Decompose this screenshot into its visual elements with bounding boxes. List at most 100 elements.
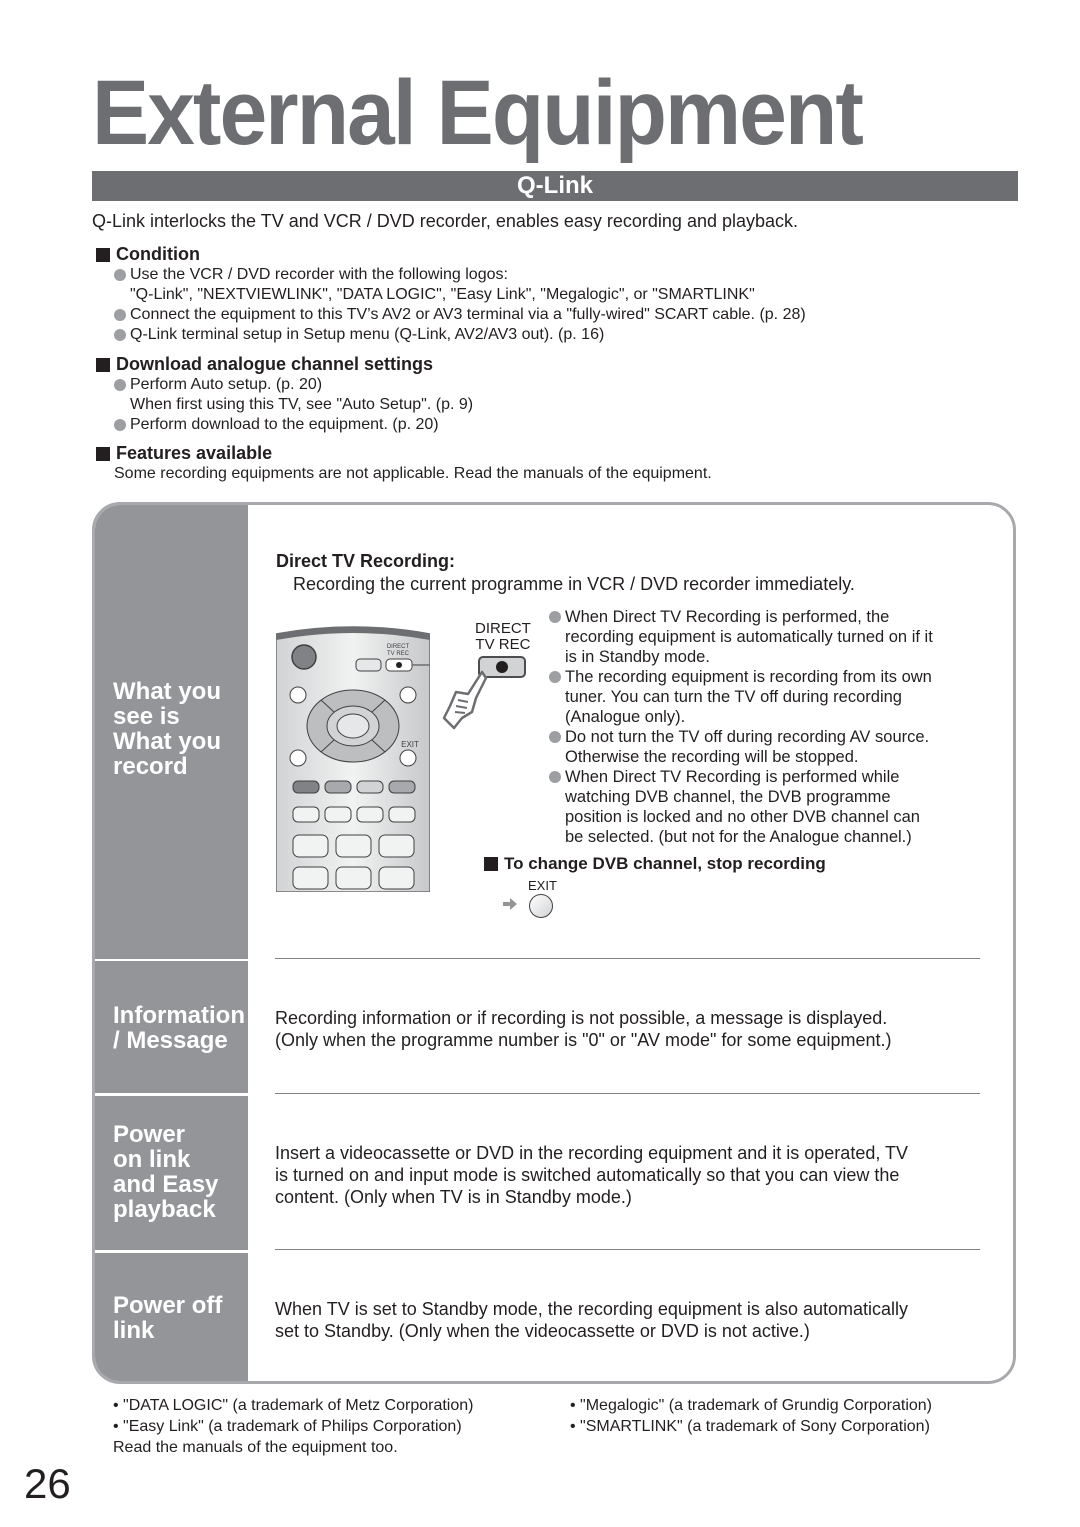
- bullet-dot-icon: [114, 379, 126, 391]
- trademark-note: • "DATA LOGIC" (a trademark of Metz Corp…: [113, 1397, 474, 1414]
- label-line: / Message: [113, 1027, 228, 1054]
- arrow-right-icon: [503, 898, 517, 910]
- note-line: position is locked and no other DVB chan…: [565, 808, 920, 826]
- note-line: Do not turn the TV off during recording …: [565, 728, 930, 746]
- remote-small-label: TV REC: [387, 651, 410, 657]
- direct-tv-recording-notes: When Direct TV Recording is performed, t…: [549, 607, 933, 847]
- row-label-info: Information / Message: [95, 961, 248, 1093]
- exit-label: EXIT: [528, 878, 557, 893]
- bullet-dot-icon: [114, 269, 126, 281]
- label-line: Power off: [113, 1292, 223, 1319]
- row-divider: [275, 1249, 980, 1250]
- label-line: Information: [113, 1002, 245, 1029]
- features-section: Features available Some recording equipm…: [96, 443, 712, 484]
- note-line: is in Standby mode.: [565, 648, 710, 666]
- label-line: on link: [113, 1146, 191, 1173]
- note-item: When Direct TV Recording is performed wh…: [549, 767, 933, 847]
- row-label-power-on: Power on link and Easy playback: [95, 1096, 248, 1250]
- section-heading-q-link: Q-Link: [92, 171, 1018, 201]
- remote-button: [355, 658, 382, 672]
- bullet-dot-icon: [549, 771, 561, 783]
- square-bullet-icon: [96, 446, 110, 461]
- condition-item: "Q-Link", "NEXTVIEWLINK", "DATA LOGIC", …: [114, 285, 806, 305]
- text-line: set to Standby. (Only when the videocass…: [275, 1321, 810, 1341]
- note-line: When Direct TV Recording is performed wh…: [565, 768, 900, 786]
- condition-item: Connect the equipment to this TV’s AV2 o…: [114, 305, 806, 325]
- row-divider: [275, 1093, 980, 1094]
- square-bullet-icon: [96, 247, 110, 262]
- remote-control-illustration: DIRECT TV REC EXIT: [276, 626, 430, 892]
- change-dvb-heading-text: To change DVB channel, stop recording: [504, 854, 826, 873]
- power-on-text: Insert a videocassette or DVD in the rec…: [275, 1142, 908, 1208]
- text-line: content. (Only when TV is in Standby mod…: [275, 1187, 632, 1207]
- bullet-dot-icon: [549, 671, 561, 683]
- trademark-note: • "Easy Link" (a trademark of Philips Co…: [113, 1418, 462, 1435]
- features-note: Some recording equipments are not applic…: [114, 465, 712, 482]
- note-line: The recording equipment is recording fro…: [565, 668, 932, 686]
- features-heading-text: Features available: [116, 443, 273, 463]
- download-item-text: When first using this TV, see "Auto Setu…: [130, 396, 474, 413]
- power-button-icon: [291, 644, 317, 670]
- download-item-text: Perform download to the equipment. (p. 2…: [130, 416, 439, 433]
- condition-heading: Condition: [96, 244, 806, 265]
- label-line: What you: [113, 678, 221, 705]
- text-line: (Only when the programme number is "0" o…: [275, 1030, 892, 1050]
- download-item: Perform download to the equipment. (p. 2…: [114, 415, 473, 435]
- remote-exit-label: EXIT: [401, 740, 419, 749]
- label-line: record: [113, 753, 188, 780]
- label-line: What you: [113, 728, 221, 755]
- label-line: TV REC: [475, 636, 531, 653]
- bullet-dot-icon: [549, 611, 561, 623]
- condition-heading-text: Condition: [116, 244, 200, 264]
- footer-right: • "Megalogic" (a trademark of Grundig Co…: [570, 1395, 932, 1437]
- bullet-dot-icon: [114, 419, 126, 431]
- label-line: and Easy: [113, 1171, 219, 1198]
- download-heading: Download analogue channel settings: [96, 354, 473, 375]
- direct-tv-recording-description: Recording the current programme in VCR /…: [293, 574, 855, 594]
- info-text: Recording information or if recording is…: [275, 1007, 891, 1051]
- note-line: (Analogue only).: [565, 708, 686, 726]
- note-item: The recording equipment is recording fro…: [549, 667, 933, 727]
- condition-item-text: "Q-Link", "NEXTVIEWLINK", "DATA LOGIC", …: [130, 286, 755, 303]
- square-bullet-icon: [96, 357, 110, 372]
- text-line: When TV is set to Standby mode, the reco…: [275, 1299, 908, 1319]
- features-heading: Features available: [96, 443, 712, 464]
- text-line: Insert a videocassette or DVD in the rec…: [275, 1143, 909, 1163]
- exit-remote-button: [399, 749, 417, 767]
- trademark-note: • "Megalogic" (a trademark of Grundig Co…: [570, 1397, 933, 1414]
- note-line: recording equipment is automatically tur…: [565, 628, 933, 646]
- condition-section: Condition Use the VCR / DVD recorder wit…: [96, 244, 806, 345]
- note-line: Otherwise the recording will be stopped.: [565, 748, 859, 766]
- condition-item-text: Connect the equipment to this TV’s AV2 o…: [130, 306, 806, 323]
- page-title: External Equipment: [92, 62, 864, 164]
- condition-item-text: Use the VCR / DVD recorder with the foll…: [130, 266, 508, 283]
- note-line: When Direct TV Recording is performed, t…: [565, 608, 890, 626]
- bullet-dot-icon: [549, 731, 561, 743]
- change-dvb-heading: To change DVB channel, stop recording: [484, 854, 826, 874]
- row-label-wysiwyr: What you see is What you record: [95, 505, 248, 959]
- download-section: Download analogue channel settings Perfo…: [96, 354, 473, 435]
- direct-tv-recording-title: Direct TV Recording:: [276, 551, 456, 571]
- download-heading-text: Download analogue channel settings: [116, 354, 434, 374]
- condition-item: Q-Link terminal setup in Setup menu (Q-L…: [114, 325, 806, 345]
- condition-item-text: Q-Link terminal setup in Setup menu (Q-L…: [130, 326, 605, 343]
- trademark-note: • "SMARTLINK" (a trademark of Sony Corpo…: [570, 1418, 930, 1435]
- download-item-text: Perform Auto setup. (p. 20): [130, 376, 323, 393]
- remote-small-label: DIRECT: [387, 644, 410, 650]
- power-off-text: When TV is set to Standby mode, the reco…: [275, 1298, 908, 1342]
- note-item: Do not turn the TV off during recording …: [549, 727, 933, 767]
- intro-text: Q-Link interlocks the TV and VCR / DVD r…: [92, 211, 799, 231]
- text-line: is turned on and input mode is switched …: [275, 1165, 900, 1185]
- page-number: 26: [24, 1460, 71, 1507]
- direct-tv-rec-label: DIRECT TV REC: [475, 621, 531, 653]
- row-divider: [275, 958, 980, 959]
- label-line: Power: [113, 1121, 186, 1148]
- footer-left: • "DATA LOGIC" (a trademark of Metz Corp…: [113, 1395, 473, 1458]
- exit-button[interactable]: [529, 894, 553, 918]
- note-item: When Direct TV Recording is performed, t…: [549, 607, 933, 667]
- note-line: tuner. You can turn the TV off during re…: [565, 688, 902, 706]
- pointing-hand-icon: [442, 670, 488, 730]
- bullet-dot-icon: [114, 309, 126, 321]
- label-line: DIRECT: [475, 620, 531, 637]
- note-line: be selected. (but not for the Analogue c…: [565, 828, 912, 846]
